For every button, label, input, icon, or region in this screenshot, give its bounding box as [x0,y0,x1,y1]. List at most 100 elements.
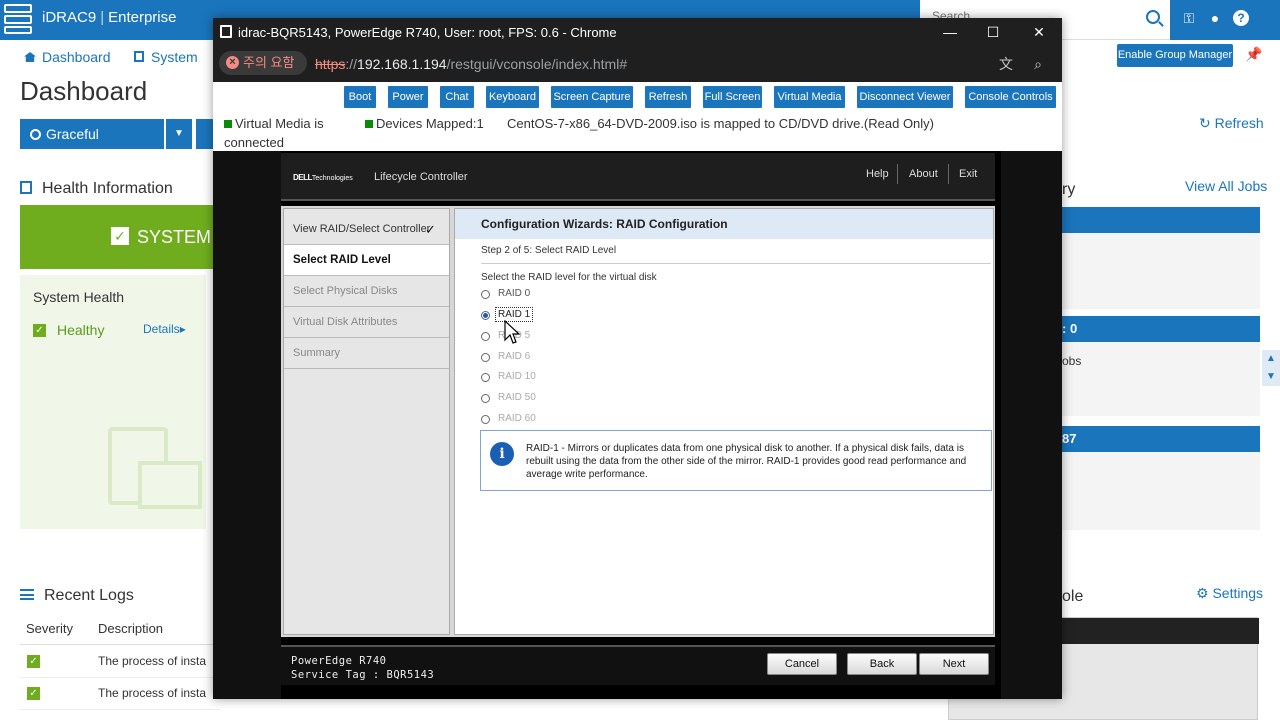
url-host: 192.168.1.194 [357,56,447,72]
mapped-image-info: CentOS-7-x86_64-DVD-2009.iso is mapped t… [507,116,935,131]
keyboard-button[interactable]: Keyboard [486,86,539,108]
refresh-link[interactable]: ↻ Refresh [1199,115,1264,132]
screen-capture-button[interactable]: Screen Capture [551,86,633,108]
caret-right-icon: ▸ [179,322,186,336]
chevron-up-icon[interactable]: ▲ [1262,350,1280,368]
boot-button[interactable]: Boot [344,86,376,108]
system-info: PowerEdge R740 Service Tag : BQR5143 [291,654,434,682]
description-column: Description [98,621,164,636]
refresh-label: Refresh [1214,115,1264,131]
recent-logs-label: Recent Logs [44,587,134,604]
close-icon[interactable]: ✕ [1024,22,1054,42]
radio-button[interactable] [481,415,490,424]
enable-group-manager-button[interactable]: Enable Group Manager [1117,44,1233,67]
virtual-media-button[interactable]: Virtual Media [774,86,845,108]
window-title: idrac-BQR5143, PowerEdge R740, User: roo… [238,25,617,40]
jobs-panel [1062,233,1260,309]
vm-status-line2: connected [224,135,284,150]
step-label: Virtual Disk Attributes [293,316,398,328]
url-text[interactable]: https://192.168.1.194/restgui/vconsole/i… [315,56,627,72]
mapped-indicator-icon [365,120,373,128]
brand-edition: Enterprise [108,9,177,26]
pin-icon[interactable]: 📌 [1245,46,1262,63]
lifecycle-controller-title: Lifecycle Controller [374,171,468,183]
console-controls-button[interactable]: Console Controls [965,86,1056,108]
settings-link[interactable]: ⚙ Settings [1196,585,1263,602]
menu-divider [948,164,949,184]
system-health-heading: System Health [33,289,125,305]
full-screen-button[interactable]: Full Screen [703,86,762,108]
dell-logo-bold: DELL [293,173,312,182]
step-label: Select RAID Level [293,254,391,266]
table-row[interactable]: ✓ The process of insta [20,646,220,678]
disconnect-viewer-button[interactable]: Disconnect Viewer [857,86,953,108]
severity-column: Severity [26,621,73,636]
virtual-console-heading-partial: ole [1062,588,1084,605]
jobs-count-bar: : 0 [1062,316,1260,342]
raid-option-label: RAID 0 [498,288,531,299]
system-health-panel: System Health ✓ Healthy Details▸ [20,275,206,529]
minimize-icon[interactable]: — [935,22,965,42]
shutdown-dropdown-toggle[interactable]: ▼ [166,119,192,149]
system-health-banner: ✓ SYSTEM [20,205,216,269]
radio-button[interactable] [481,373,490,382]
radio-button[interactable] [481,353,490,362]
jobs-count: : 0 [1062,321,1078,336]
wizard-step-text: Step 2 of 5: Select RAID Level [481,245,617,256]
raid-option-label: RAID 50 [498,392,536,403]
refresh-button[interactable]: Refresh [645,86,691,108]
health-information-heading: Health Information [20,180,173,198]
chat-button[interactable]: Chat [440,86,474,108]
lifecycle-controller-header: DELLTechnologies Lifecycle Controller He… [281,153,995,201]
group-icon[interactable]: ⚿ [1181,10,1197,26]
graceful-shutdown-button[interactable]: Graceful Shutdown [20,119,164,172]
view-all-jobs-link[interactable]: View All Jobs [1185,178,1267,194]
chevron-down-icon[interactable]: ▼ [1262,368,1280,386]
radio-button[interactable] [481,394,490,403]
chevron-down-icon: ▼ [174,128,184,139]
system-banner-label: SYSTEM [137,227,212,247]
radio-button[interactable] [481,311,490,320]
lc-exit-link[interactable]: Exit [959,168,977,180]
vm-status-line1: Virtual Media is [235,116,324,131]
translate-icon[interactable]: 文 [997,55,1015,73]
mouse-pointer-icon [504,319,521,344]
panel-scroll-arrows[interactable]: ▲ ▼ [1262,350,1280,386]
page-favicon-icon [220,25,232,38]
devices-mapped-status: Devices Mapped:1 [365,114,484,133]
search-icon[interactable] [1146,10,1160,24]
jobs-text: obs [1062,354,1082,368]
next-button[interactable]: Next [919,653,989,675]
lifecycle-controller-body: View RAID/Select Controller ✓ Select RAI… [281,206,995,637]
not-secure-chip[interactable]: 주의 요함 [219,51,307,75]
details-label: Details [143,322,180,336]
raid-info-box: i RAID-1 - Mirrors or duplicates data fr… [480,430,992,491]
lc-about-link[interactable]: About [909,168,938,180]
help-icon[interactable]: ? [1233,10,1249,26]
address-bar[interactable]: 주의 요함 https://192.168.1.194/restgui/vcon… [213,46,1062,82]
step-select-raid-level[interactable]: Select RAID Level [284,245,449,276]
chrome-popup-window: idrac-BQR5143, PowerEdge R740, User: roo… [213,18,1062,699]
maximize-icon[interactable]: ☐ [978,22,1008,42]
radio-button[interactable] [481,290,490,299]
virtual-console-page: Boot Power Chat Keyboard Screen Capture … [213,82,1062,699]
power-icon [30,129,41,140]
lifecycle-controller-footer: PowerEdge R740 Service Tag : BQR5143 Can… [281,645,995,685]
zoom-icon[interactable]: ⌕ [1029,55,1047,73]
devices-mapped-label: Devices Mapped:1 [376,116,484,131]
remote-console-screen[interactable]: DELLTechnologies Lifecycle Controller He… [213,151,1062,699]
dell-logo-rest: Technologies [311,175,353,182]
table-row[interactable]: ✓ The process of insta [20,678,220,710]
back-button[interactable]: Back [847,653,917,675]
details-link[interactable]: Details▸ [143,322,186,336]
user-icon[interactable]: ● [1207,10,1223,26]
power-button[interactable]: Power [388,86,428,108]
step-view-raid[interactable]: View RAID/Select Controller ✓ [284,214,449,245]
nav-dashboard[interactable]: Dashboard [24,49,111,65]
nav-system[interactable]: System [134,49,198,65]
radio-button[interactable] [481,332,490,341]
lc-help-link[interactable]: Help [866,168,889,180]
cancel-button[interactable]: Cancel [767,653,837,675]
home-icon [24,52,36,62]
check-icon: ✓ [111,227,129,245]
